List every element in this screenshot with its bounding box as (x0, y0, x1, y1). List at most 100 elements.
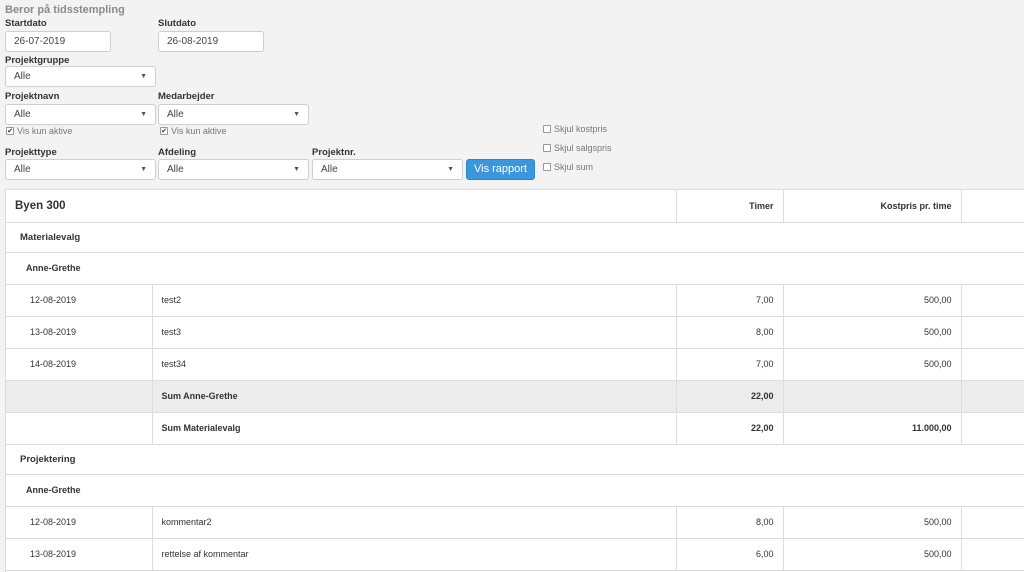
checkbox-icon (543, 163, 551, 171)
table-row: 14-08-2019 test34 7,00 500,00 (6, 348, 1024, 381)
group-row: Projektering (6, 444, 1024, 475)
row-desc: test2 (152, 284, 677, 317)
checkbox-checked-icon: ✔ (160, 127, 168, 135)
row-timer: 7,00 (676, 284, 784, 317)
afdeling-value: Alle (167, 164, 184, 175)
start-date-input[interactable]: 26-07-2019 (5, 31, 111, 52)
medarbejder-select[interactable]: Alle ▼ (158, 104, 309, 125)
end-date-input[interactable]: 26-08-2019 (158, 31, 264, 52)
afdeling-label: Afdeling (158, 147, 196, 158)
sum-group-kostpris: 11.000,00 (783, 412, 962, 445)
skjul-salgspris-checkbox[interactable]: Skjul salgspris (543, 143, 612, 153)
skjul-sum-label: Skjul sum (554, 162, 594, 172)
sum-employee-label: Sum Anne-Grethe (152, 380, 677, 413)
caret-down-icon: ▼ (293, 166, 300, 173)
caret-down-icon: ▼ (447, 166, 454, 173)
projekttype-label: Projekttype (5, 147, 57, 158)
group-row: Materialevalg (6, 222, 1024, 253)
projektnr-select[interactable]: Alle ▼ (312, 159, 463, 180)
vis-kun-aktive-projekt-checkbox[interactable]: ✔ Vis kun aktive (6, 126, 72, 136)
vis-kun-aktive-medarbejder-checkbox[interactable]: ✔ Vis kun aktive (160, 126, 226, 136)
row-kostpris: 500,00 (783, 348, 962, 381)
sum-empty (6, 380, 153, 413)
projektnr-value: Alle (321, 164, 338, 175)
row-date: 13-08-2019 (6, 316, 153, 349)
employee-row: Anne-Grethe (6, 252, 1024, 285)
caret-down-icon: ▼ (293, 111, 300, 118)
employee-name: Anne-Grethe (6, 474, 1024, 507)
row-extra (961, 538, 1024, 571)
skjul-kostpris-label: Skjul kostpris (554, 124, 608, 134)
employee-row: Anne-Grethe (6, 474, 1024, 507)
timestamp-note: Beror på tidsstempling (5, 4, 125, 16)
start-date-label: Startdato (5, 18, 47, 29)
caret-down-icon: ▼ (140, 111, 147, 118)
projekttype-value: Alle (14, 164, 31, 175)
row-extra (961, 284, 1024, 317)
afdeling-select[interactable]: Alle ▼ (158, 159, 309, 180)
row-date: 12-08-2019 (6, 284, 153, 317)
project-title: Byen 300 (6, 190, 677, 223)
col-header-extra (961, 190, 1024, 223)
projektnr-label: Projektnr. (312, 147, 356, 158)
caret-down-icon: ▼ (140, 166, 147, 173)
row-desc: test34 (152, 348, 677, 381)
sum-empty (6, 412, 153, 445)
projektgruppe-select[interactable]: Alle ▼ (5, 66, 156, 87)
row-timer: 7,00 (676, 348, 784, 381)
projekttype-select[interactable]: Alle ▼ (5, 159, 156, 180)
group-sum-row: Sum Materialevalg 22,00 11.000,00 (6, 412, 1024, 445)
projektnavn-label: Projektnavn (5, 91, 60, 102)
projektgruppe-value: Alle (14, 71, 31, 82)
col-header-kostpris: Kostpris pr. time (783, 190, 962, 223)
row-extra (961, 506, 1024, 539)
group-name: Materialevalg (6, 222, 1024, 253)
table-row: 12-08-2019 kommentar2 8,00 500,00 (6, 506, 1024, 539)
table-row: 12-08-2019 test2 7,00 500,00 (6, 284, 1024, 317)
table-header-row: Byen 300 Timer Kostpris pr. time (6, 190, 1024, 223)
row-kostpris: 500,00 (783, 506, 962, 539)
row-date: 12-08-2019 (6, 506, 153, 539)
checkbox-icon (543, 125, 551, 133)
caret-down-icon: ▼ (140, 73, 147, 80)
col-header-timer: Timer (676, 190, 784, 223)
table-row: 13-08-2019 test3 8,00 500,00 (6, 316, 1024, 349)
medarbejder-value: Alle (167, 109, 184, 120)
row-kostpris: 500,00 (783, 538, 962, 571)
employee-name: Anne-Grethe (6, 252, 1024, 285)
checkbox-icon (543, 144, 551, 152)
employee-sum-row: Sum Anne-Grethe 22,00 (6, 380, 1024, 413)
sum-employee-kostpris (783, 380, 962, 413)
row-date: 14-08-2019 (6, 348, 153, 381)
sum-employee-timer: 22,00 (676, 380, 784, 413)
projektgruppe-label: Projektgruppe (5, 55, 70, 66)
row-desc: kommentar2 (152, 506, 677, 539)
row-extra (961, 348, 1024, 381)
row-timer: 6,00 (676, 538, 784, 571)
group-name: Projektering (6, 444, 1024, 475)
row-kostpris: 500,00 (783, 316, 962, 349)
medarbejder-label: Medarbejder (158, 91, 215, 102)
row-desc: rettelse af kommentar (152, 538, 677, 571)
checkbox-checked-icon: ✔ (6, 127, 14, 135)
sum-group-label: Sum Materialevalg (152, 412, 677, 445)
report-table: Byen 300 Timer Kostpris pr. time Materia… (6, 190, 1024, 571)
row-extra (961, 316, 1024, 349)
projektnavn-select[interactable]: Alle ▼ (5, 104, 156, 125)
projektnavn-value: Alle (14, 109, 31, 120)
report-table-container: Byen 300 Timer Kostpris pr. time Materia… (5, 189, 1024, 572)
row-date: 13-08-2019 (6, 538, 153, 571)
skjul-sum-checkbox[interactable]: Skjul sum (543, 162, 593, 172)
end-date-label: Slutdato (158, 18, 196, 29)
vis-kun-aktive-label: Vis kun aktive (17, 126, 73, 136)
table-row: 13-08-2019 rettelse af kommentar 6,00 50… (6, 538, 1024, 571)
sum-extra (961, 380, 1024, 413)
skjul-salgspris-label: Skjul salgspris (554, 143, 612, 153)
sum-group-timer: 22,00 (676, 412, 784, 445)
row-timer: 8,00 (676, 506, 784, 539)
skjul-kostpris-checkbox[interactable]: Skjul kostpris (543, 124, 607, 134)
vis-kun-aktive-label: Vis kun aktive (171, 126, 227, 136)
sum-extra (961, 412, 1024, 445)
row-kostpris: 500,00 (783, 284, 962, 317)
vis-rapport-button[interactable]: Vis rapport (466, 159, 535, 180)
